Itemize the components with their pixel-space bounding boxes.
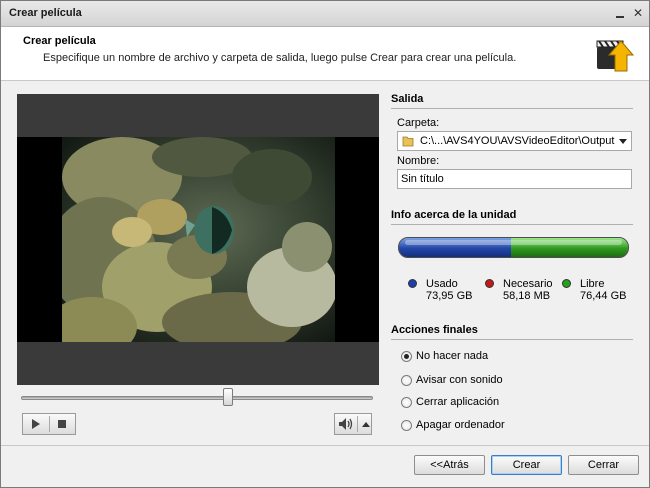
radio-label: Apagar ordenador (416, 419, 505, 431)
footer-divider (1, 445, 649, 446)
used-dot-icon (408, 279, 417, 288)
free-dot-icon (562, 279, 571, 288)
seek-track[interactable] (21, 396, 373, 400)
name-label: Nombre: (397, 155, 440, 167)
play-icon (32, 419, 40, 429)
legend-used-value: 73,95 GB (426, 290, 473, 302)
header-description: Especifique un nombre de archivo y carpe… (43, 52, 517, 64)
header-title: Crear película (23, 35, 96, 47)
radio-button[interactable] (401, 375, 412, 386)
minimize-icon[interactable] (613, 6, 627, 20)
create-button[interactable]: Crear (491, 455, 562, 475)
legend-required-label: Necesario (503, 278, 553, 290)
folder-value: C:\...\AVS4YOU\AVSVideoEditor\Output (420, 135, 615, 147)
disk-info-section-title: Info acerca de la unidad (391, 209, 633, 225)
playback-controls (22, 413, 76, 435)
title-bar: Crear película ✕ (1, 1, 649, 27)
disk-usage-bar (398, 237, 629, 258)
radio-label: Cerrar aplicación (416, 396, 500, 408)
create-movie-dialog: Crear película ✕ Crear película Especifi… (0, 0, 650, 488)
radio-label: No hacer nada (416, 350, 489, 362)
radio-label: Avisar con sonido (416, 374, 503, 386)
name-field[interactable]: Sin título (397, 169, 632, 189)
legend-required-value: 58,18 MB (503, 290, 551, 302)
stop-icon (58, 420, 66, 428)
folder-dropdown[interactable]: C:\...\AVS4YOU\AVSVideoEditor\Output (397, 131, 632, 151)
play-button[interactable] (23, 414, 49, 434)
output-section-title: Salida (391, 93, 633, 109)
seek-thumb[interactable] (223, 388, 233, 406)
radio-button[interactable] (401, 351, 412, 362)
back-button[interactable]: <<Atrás (414, 455, 485, 475)
preview-image (62, 137, 335, 342)
required-dot-icon (485, 279, 494, 288)
final-actions-section-title: Acciones finales (391, 324, 633, 340)
folder-icon (402, 136, 414, 147)
folder-label: Carpeta: (397, 117, 440, 129)
radio-button[interactable] (401, 420, 412, 431)
clapperboard-icon (596, 40, 635, 72)
video-frame (17, 137, 379, 342)
close-button[interactable]: Cerrar (568, 455, 639, 475)
close-icon[interactable]: ✕ (631, 6, 645, 20)
speaker-icon (339, 418, 353, 430)
video-preview (17, 94, 379, 385)
seek-slider[interactable] (21, 388, 373, 406)
window-title: Crear película (9, 7, 82, 19)
volume-arrow-icon[interactable] (362, 422, 370, 427)
legend-free-label: Libre (580, 278, 605, 290)
legend-used-label: Usado (426, 278, 458, 290)
dialog-header: Crear película Especifique un nombre de … (1, 27, 649, 81)
chevron-down-icon[interactable] (619, 139, 627, 144)
radio-button[interactable] (401, 397, 412, 408)
volume-button[interactable] (334, 413, 372, 435)
legend-free-value: 76,44 GB (580, 290, 627, 302)
